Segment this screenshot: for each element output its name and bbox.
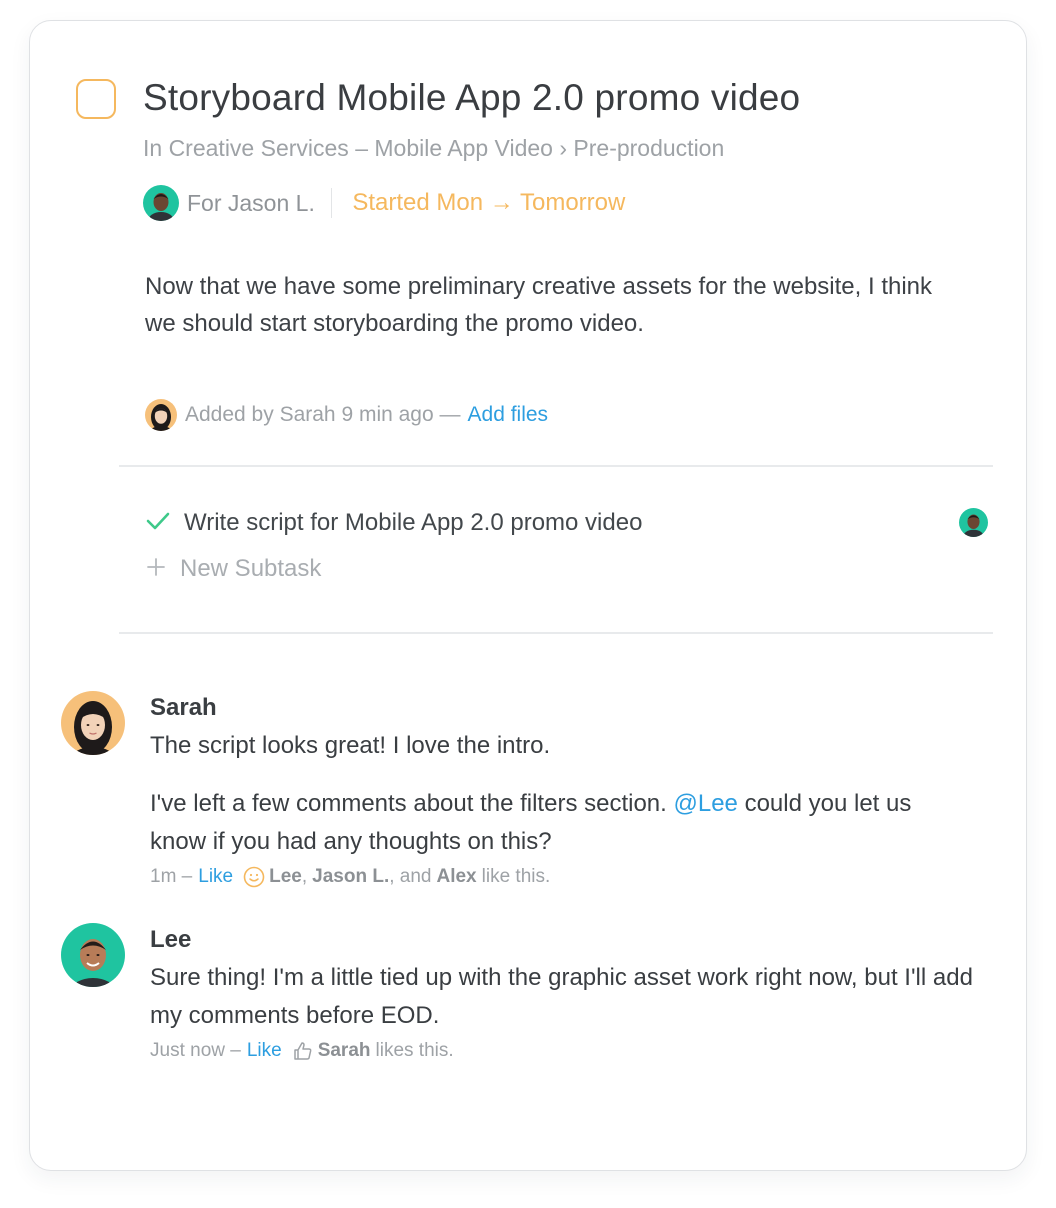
comment-meta: 1m – Like Lee , Jason L. , and Alex like… [150, 866, 550, 888]
liker-name[interactable]: Jason L. [312, 866, 389, 888]
task-description[interactable]: Now that we have some preliminary creati… [145, 268, 965, 342]
liker-name[interactable]: Alex [436, 866, 476, 888]
thumbs-up-icon [292, 1040, 314, 1062]
add-files-link[interactable]: Add files [468, 403, 549, 427]
sarah-avatar-small [145, 399, 177, 431]
comment-author[interactable]: Lee [150, 926, 191, 954]
breadcrumb[interactable]: In Creative Services – Mobile App Video … [143, 135, 724, 162]
assignee-avatar[interactable] [143, 185, 179, 221]
task-complete-checkbox[interactable] [76, 79, 116, 119]
checkmark-icon[interactable] [146, 511, 170, 536]
plus-icon [146, 557, 166, 582]
likes-suffix: likes this. [375, 1040, 454, 1061]
liker-separator: , [301, 866, 308, 887]
divider [330, 188, 333, 218]
comment-meta: Just now – Like Sarah likes this. [150, 1040, 454, 1062]
subtask-item[interactable]: Write script for Mobile App 2.0 promo vi… [146, 507, 642, 539]
task-card: Storyboard Mobile App 2.0 promo video In… [29, 20, 1027, 1171]
comment-time: Just now – [150, 1040, 241, 1061]
new-subtask-button[interactable]: New Subtask [146, 553, 321, 585]
subtask-label[interactable]: Write script for Mobile App 2.0 promo vi… [184, 509, 642, 537]
sarah-avatar[interactable] [61, 691, 125, 755]
added-by-row: Added by Sarah 9 min ago — Add files [145, 397, 548, 433]
mention-link[interactable]: @Lee [674, 790, 738, 817]
added-by-text: Added by Sarah 9 min ago — [185, 403, 461, 426]
smiley-icon [243, 866, 265, 888]
task-title[interactable]: Storyboard Mobile App 2.0 promo video [143, 77, 800, 119]
new-subtask-label[interactable]: New Subtask [180, 555, 321, 583]
subtask-assignee-avatar[interactable] [959, 508, 988, 537]
section-divider [119, 632, 993, 634]
comment-text: Sure thing! I'm a little tied up with th… [150, 964, 973, 1029]
task-meta-row: For Jason L. Started Mon → Tomorrow [143, 183, 625, 223]
like-button[interactable]: Like [247, 1040, 282, 1062]
comment-text: The script looks great! I love the intro… [150, 732, 551, 759]
like-button[interactable]: Like [198, 866, 233, 888]
comment-author[interactable]: Sarah [150, 694, 217, 722]
lee-avatar[interactable] [61, 923, 125, 987]
comment-text-part: I've left a few comments about the filte… [150, 790, 667, 817]
liker-separator: , and [389, 866, 432, 887]
comment-text: I've left a few comments about the filte… [150, 785, 970, 861]
section-divider [119, 465, 993, 467]
assignee-label[interactable]: For Jason L. [187, 190, 315, 217]
task-dates[interactable]: Started Mon → Tomorrow [352, 189, 625, 217]
comment-time: 1m – [150, 866, 193, 887]
likes-suffix: like this. [481, 866, 551, 887]
liker-name[interactable]: Sarah [318, 1040, 371, 1062]
liker-name[interactable]: Lee [269, 866, 302, 888]
